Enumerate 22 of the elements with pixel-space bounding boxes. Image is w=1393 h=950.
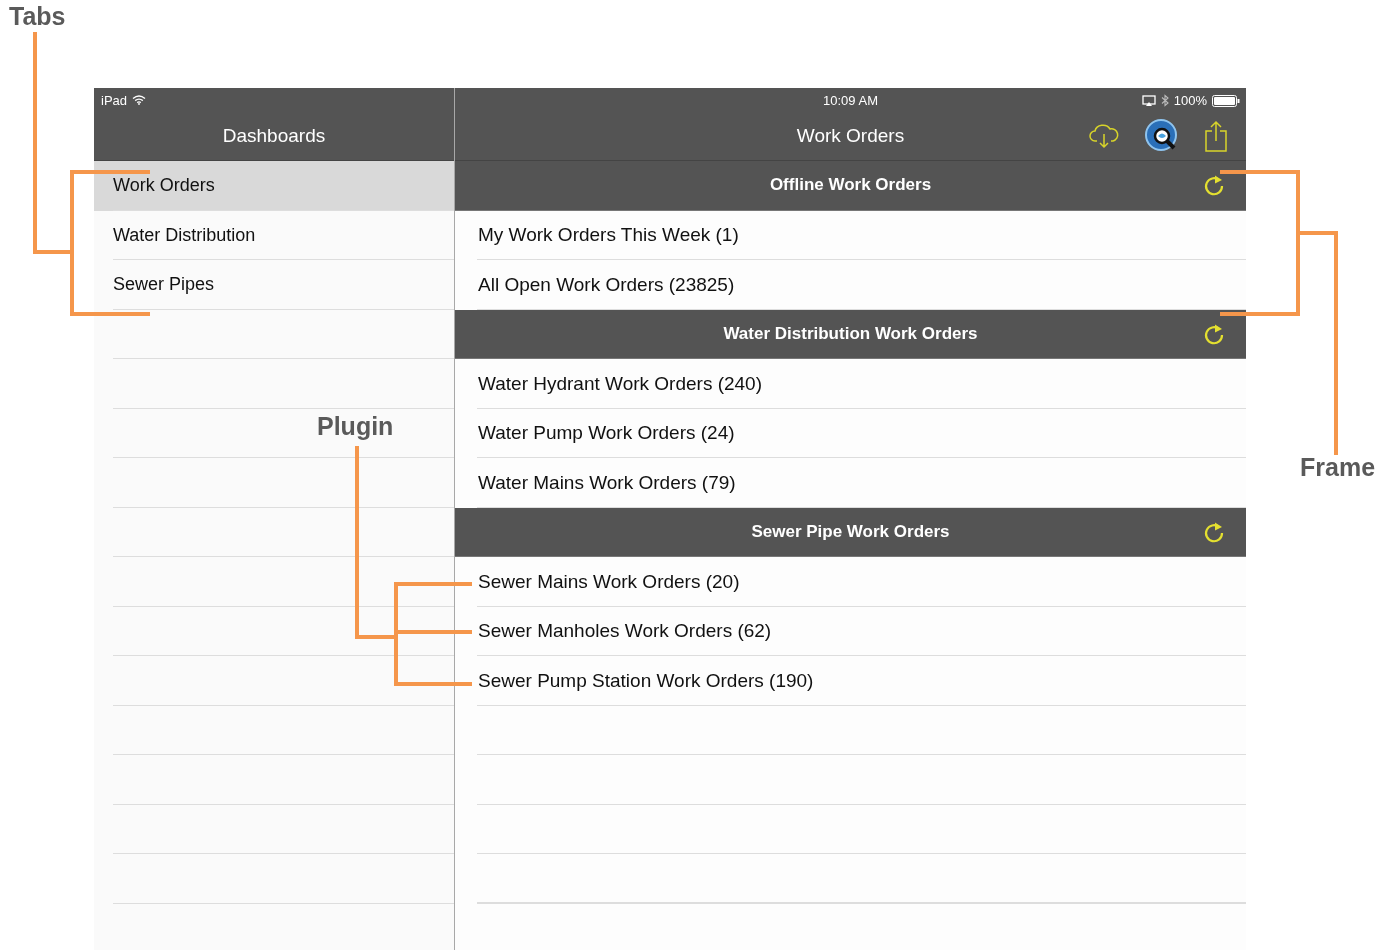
status-time: 10:09 AM [823, 92, 878, 108]
annotation-label: Frame [1300, 453, 1376, 482]
sidebar-title: Dashboards [222, 125, 326, 147]
screen-mirror-icon [1141, 95, 1156, 106]
globe-search-icon[interactable] [1144, 118, 1180, 154]
section-title: Sewer Pipe Work Orders [751, 521, 950, 542]
refresh-icon[interactable] [1202, 174, 1226, 198]
share-icon[interactable] [1204, 120, 1228, 152]
annotation-label: Plugin [317, 412, 394, 441]
battery-percent: 100% [1173, 93, 1207, 108]
section-title: Water Distribution Work Orders [723, 323, 978, 344]
cloud-download-icon[interactable] [1088, 123, 1120, 149]
battery-icon [1212, 94, 1240, 107]
page-title: Work Orders [796, 125, 905, 147]
wifi-icon [132, 95, 147, 105]
refresh-icon[interactable] [1202, 520, 1226, 545]
bluetooth-icon [1160, 94, 1169, 107]
refresh-icon[interactable] [1202, 322, 1226, 347]
section-title: Offline Work Orders [769, 175, 932, 196]
sidebar-item[interactable]: Work Orders [94, 161, 454, 211]
annotation-label: Tabs [9, 2, 66, 31]
device-name: iPad [101, 92, 128, 108]
